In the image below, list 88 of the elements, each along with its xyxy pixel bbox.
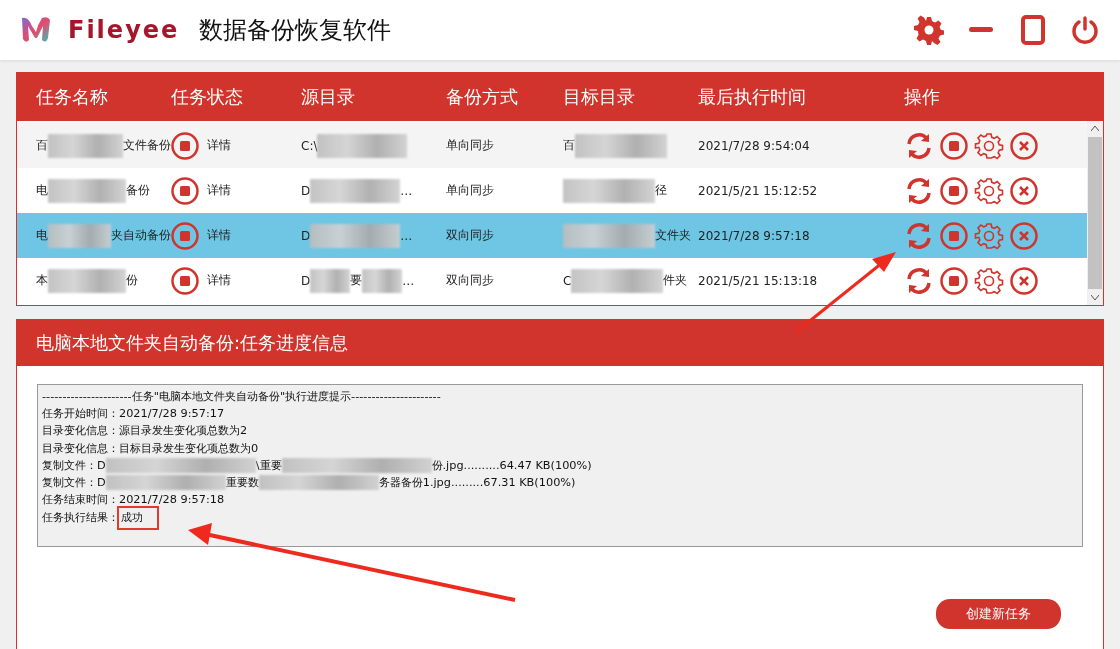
text-fragment: 备份	[126, 182, 150, 200]
text-fragment: ----------------------任务"电脑本地文件夹自动备份"执行进度提示----------------------	[42, 389, 441, 405]
delete-icon[interactable]	[1010, 131, 1038, 160]
detail-link[interactable]: 详情	[207, 137, 231, 155]
table-cell-text: 单向同步	[446, 182, 495, 200]
text-fragment: 重要数	[225, 475, 259, 491]
text-fragment: C:\	[301, 138, 318, 153]
text-fragment: 目录变化信息：源目录发生变化项总数为2	[42, 423, 248, 440]
create-task-button[interactable]: 创建新任务	[936, 599, 1061, 629]
text-fragment: 任务结束时间：2021/7/28 9:57:18	[42, 492, 225, 509]
text-fragment: 件夹	[663, 272, 688, 290]
column-header: 备份方式	[446, 85, 519, 110]
maximize-icon[interactable]	[1018, 14, 1048, 45]
detail-link[interactable]: 详情	[207, 182, 231, 200]
sync-icon[interactable]	[904, 265, 934, 296]
text-fragment: 径	[655, 182, 667, 200]
sync-icon[interactable]	[904, 175, 934, 206]
sync-icon[interactable]	[904, 220, 934, 251]
table-cell-text: 2021/5/21 15:13:18	[698, 273, 819, 288]
text-fragment: 文件备份	[123, 137, 171, 155]
stop-status-icon[interactable]	[171, 131, 199, 160]
table-cell-text: 双向同步	[446, 272, 495, 290]
scrollbar[interactable]	[1087, 121, 1103, 306]
text-fragment: 复制文件：D	[42, 475, 106, 491]
text-fragment: 夹自动备份	[111, 227, 171, 245]
delete-icon[interactable]	[1010, 221, 1038, 250]
stop-status-icon[interactable]	[171, 266, 199, 295]
table-cell-text: 2021/5/21 15:12:52	[698, 183, 819, 198]
power-icon[interactable]	[1070, 14, 1100, 45]
stop-icon[interactable]	[940, 221, 968, 250]
text-fragment: 本	[36, 272, 48, 290]
text-fragment: 务器备份1.jpg.........67.31 KB(100%)	[378, 475, 576, 491]
text-fragment: 百	[563, 137, 575, 155]
sync-icon[interactable]	[904, 130, 934, 161]
table-cell-text: 2021/7/28 9:54:04	[698, 138, 811, 153]
settings-icon[interactable]	[974, 130, 1004, 161]
column-header: 目标目录	[563, 85, 636, 110]
text-fragment: 文件夹	[655, 227, 691, 245]
text-fragment: 份	[126, 272, 138, 290]
table-cell-text: 2021/7/28 9:57:18	[698, 228, 811, 243]
settings-icon[interactable]	[974, 175, 1004, 206]
text-fragment: D	[301, 273, 311, 288]
delete-icon[interactable]	[1010, 266, 1038, 295]
column-header: 任务状态	[171, 85, 244, 110]
column-header: 任务名称	[36, 85, 109, 110]
app-title: 数据备份恢复软件	[199, 14, 392, 46]
text-fragment: …	[402, 273, 415, 288]
settings-icon[interactable]	[974, 220, 1004, 251]
table-cell-text: 单向同步	[446, 137, 495, 155]
stop-status-icon[interactable]	[171, 221, 199, 250]
stop-icon[interactable]	[940, 176, 968, 205]
scroll-down-icon[interactable]	[1091, 295, 1099, 302]
scroll-up-icon[interactable]	[1091, 125, 1099, 132]
redaction-blur	[48, 223, 111, 248]
redaction-blur	[310, 268, 351, 293]
stop-status-icon[interactable]	[171, 176, 199, 205]
text-fragment: 目录变化信息：目标目录发生变化项总数为0	[42, 440, 259, 457]
settings-icon[interactable]	[974, 265, 1004, 296]
text-fragment: 任务开始时间：2021/7/28 9:57:17	[42, 406, 225, 423]
text-fragment: \重要	[255, 457, 282, 474]
text-fragment: 要	[350, 272, 363, 290]
text-fragment: 任务执行结果：	[42, 510, 119, 527]
text-fragment: …	[400, 183, 413, 198]
text-fragment: 份.jpg..........64.47 KB(100%)	[431, 457, 592, 474]
column-header: 最后执行时间	[698, 85, 807, 110]
brand-name: Fileyee	[68, 15, 180, 44]
text-fragment: D	[301, 183, 311, 198]
redaction-blur	[362, 268, 403, 293]
detail-link[interactable]: 详情	[207, 227, 231, 245]
text-fragment: 复制文件：D	[42, 457, 106, 474]
detail-link[interactable]: 详情	[207, 272, 231, 290]
highlight-box: 成功	[119, 508, 157, 528]
task-row[interactable]: 百 文件备份 详情 C:\ 单向同步 百 2021/7/28 9:54:04	[17, 123, 1087, 169]
task-row[interactable]: 电 夹自动备份 详情 D … 双向同步 文件夹 2021/7/28 9:57:18	[17, 213, 1087, 259]
text-fragment: …	[400, 228, 413, 243]
delete-icon[interactable]	[1010, 176, 1038, 205]
text-fragment: D	[301, 228, 311, 243]
settings-icon[interactable]	[914, 14, 944, 45]
table-cell-text: 双向同步	[446, 227, 495, 245]
text-fragment: 电	[36, 227, 48, 245]
stop-icon[interactable]	[940, 266, 968, 295]
panel-title: 电脑本地文件夹自动备份:任务进度信息	[36, 331, 349, 355]
text-fragment: 百	[36, 137, 48, 155]
text-fragment: C	[563, 273, 572, 288]
text-fragment: 电	[36, 182, 48, 200]
column-header: 操作	[904, 85, 941, 110]
column-header: 源目录	[301, 85, 356, 110]
stop-icon[interactable]	[940, 131, 968, 160]
